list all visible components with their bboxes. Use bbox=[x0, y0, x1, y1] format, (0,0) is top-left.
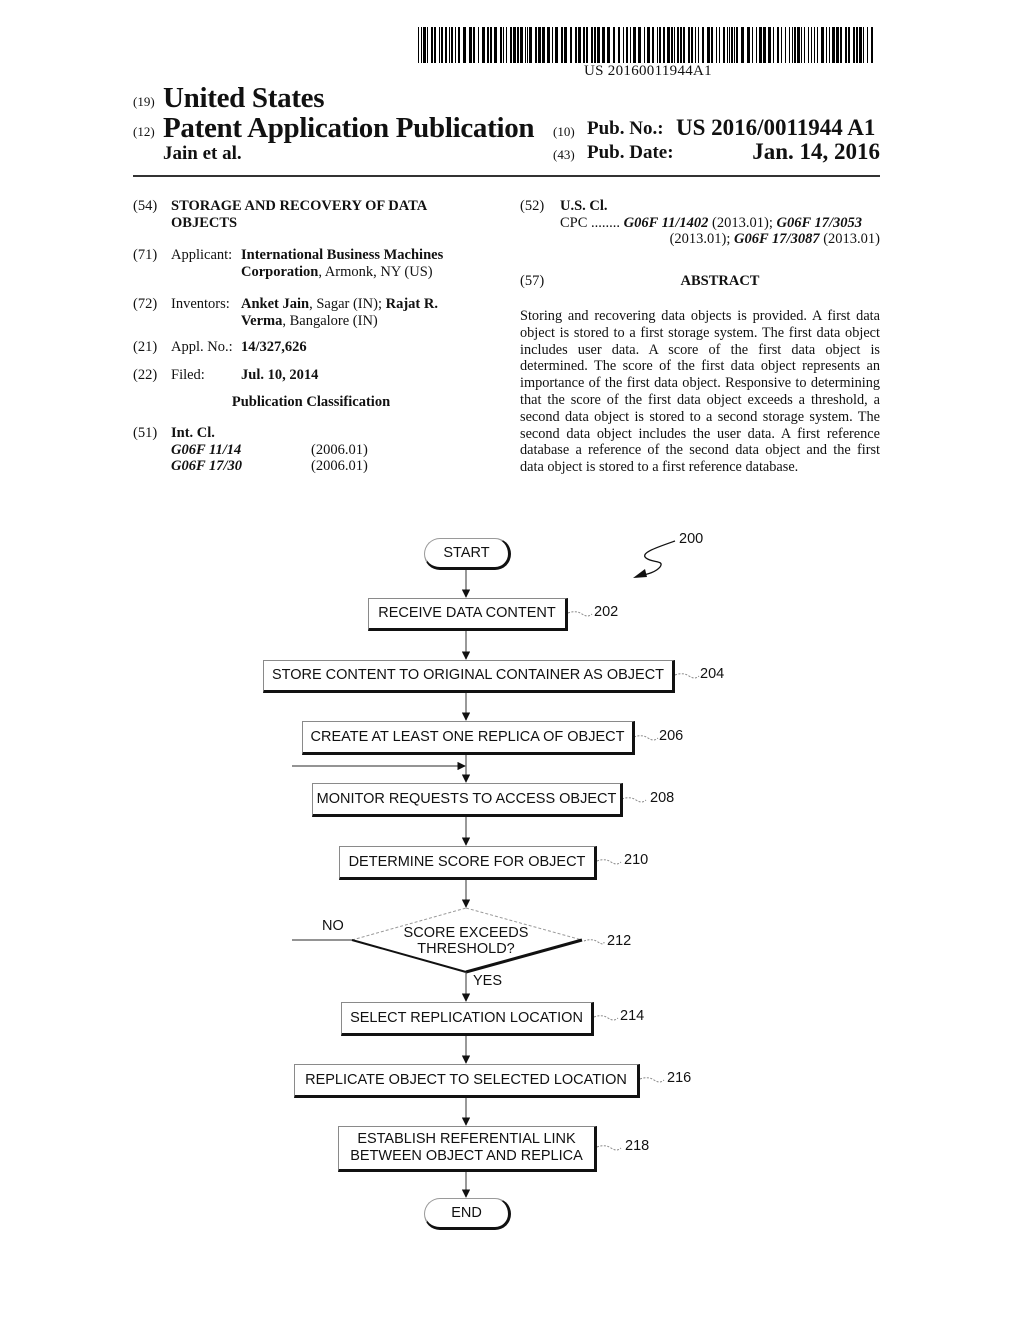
decision-label-line: SCORE EXCEEDS bbox=[403, 925, 529, 941]
leader-214 bbox=[593, 1015, 619, 1021]
step-210-box: DETERMINE SCORE FOR OBJECT bbox=[339, 846, 597, 880]
decision-212-label: SCORE EXCEEDS THRESHOLD? bbox=[386, 925, 546, 957]
ref-212: 212 bbox=[607, 933, 632, 949]
ref-210: 210 bbox=[624, 852, 649, 868]
ref-214: 214 bbox=[620, 1008, 645, 1024]
ref-216: 216 bbox=[667, 1070, 692, 1086]
step-208-box: MONITOR REQUESTS TO ACCESS OBJECT bbox=[312, 783, 623, 817]
leader-212 bbox=[583, 939, 605, 945]
decision-no-label: NO bbox=[322, 918, 344, 934]
step-218-box: ESTABLISH REFERENTIAL LINK BETWEEN OBJEC… bbox=[338, 1126, 597, 1172]
start-terminal: START bbox=[424, 538, 511, 570]
end-terminal: END bbox=[424, 1198, 511, 1230]
step-label-line: ESTABLISH REFERENTIAL LINK bbox=[357, 1131, 576, 1147]
step-202-box: RECEIVE DATA CONTENT bbox=[368, 598, 568, 631]
leader-210 bbox=[596, 859, 622, 865]
leader-208 bbox=[621, 797, 647, 803]
leader-202 bbox=[567, 611, 593, 617]
decision-label-line: THRESHOLD? bbox=[417, 941, 515, 957]
ref-204: 204 bbox=[700, 666, 725, 682]
figure-pointer-arrow bbox=[633, 540, 676, 578]
leader-218 bbox=[596, 1145, 622, 1151]
figure-ref-200: 200 bbox=[679, 531, 704, 547]
step-216-box: REPLICATE OBJECT TO SELECTED LOCATION bbox=[294, 1064, 640, 1098]
step-label-line: BETWEEN OBJECT AND REPLICA bbox=[350, 1148, 583, 1164]
step-206-box: CREATE AT LEAST ONE REPLICA OF OBJECT bbox=[302, 721, 635, 755]
leader-206 bbox=[633, 735, 659, 741]
leader-204 bbox=[674, 673, 700, 679]
step-204-box: STORE CONTENT TO ORIGINAL CONTAINER AS O… bbox=[263, 660, 675, 693]
leader-216 bbox=[639, 1077, 665, 1083]
decision-yes-label: YES bbox=[473, 973, 503, 989]
ref-202: 202 bbox=[594, 604, 619, 620]
ref-206: 206 bbox=[659, 728, 684, 744]
ref-208: 208 bbox=[650, 790, 675, 806]
ref-218: 218 bbox=[625, 1138, 650, 1154]
step-214-box: SELECT REPLICATION LOCATION bbox=[341, 1002, 594, 1036]
